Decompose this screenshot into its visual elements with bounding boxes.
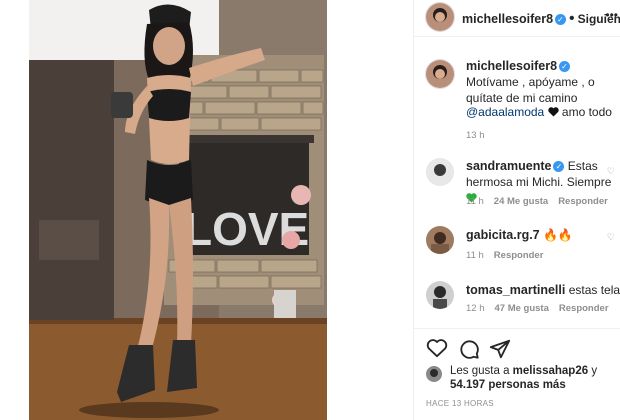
likes-prefix: Les gusta a bbox=[450, 365, 510, 377]
comment-time: 11 h bbox=[466, 250, 484, 261]
comment-item: gabicita.rg.7 🔥🔥 11 h Responder ♡ bbox=[414, 224, 620, 266]
comment-text: 🔥🔥 bbox=[542, 228, 573, 242]
more-options-icon[interactable]: ••• bbox=[605, 8, 618, 22]
commenter-avatar[interactable] bbox=[426, 158, 454, 186]
comment-time: 12 h bbox=[466, 303, 485, 314]
reply-button[interactable]: Responder bbox=[559, 303, 609, 314]
commenter-username[interactable]: tomas_martinelli bbox=[466, 283, 565, 297]
share-icon[interactable] bbox=[489, 338, 511, 360]
liker-avatar[interactable] bbox=[426, 366, 442, 382]
likes-count-link[interactable]: 54.197 personas más bbox=[450, 379, 566, 391]
author-avatar[interactable] bbox=[426, 3, 454, 31]
likes-summary: Les gusta a melissahap26 y 54.197 person… bbox=[414, 364, 620, 398]
comment-time: 11 h bbox=[466, 196, 484, 207]
post-sidebar: michellesoifer8✓•Siguiendo michellesoife… bbox=[413, 0, 620, 420]
like-comment-heart-icon[interactable]: ♡ bbox=[607, 232, 615, 243]
caption-avatar[interactable] bbox=[426, 60, 454, 88]
post-timestamp: HACE 13 HORAS bbox=[426, 399, 494, 408]
liker-username[interactable]: melissahap26 bbox=[513, 365, 588, 377]
post-actions bbox=[414, 336, 620, 362]
caption-suffix: amo todo bbox=[561, 105, 612, 119]
commenter-avatar[interactable] bbox=[426, 226, 454, 254]
reply-button[interactable]: Responder bbox=[558, 196, 608, 207]
caption-time: 13 h bbox=[466, 130, 485, 141]
likes-connector: y bbox=[591, 365, 598, 377]
verified-badge-icon: ✓ bbox=[555, 14, 567, 25]
verified-badge-icon: ✓ bbox=[559, 61, 571, 72]
caption-mention-link[interactable]: @adaalamoda bbox=[466, 105, 544, 119]
post-photo-image: LOVE bbox=[29, 0, 327, 420]
commenter-avatar[interactable] bbox=[426, 281, 454, 309]
separator-dot: • bbox=[569, 10, 575, 27]
commenter-username[interactable]: gabicita.rg.7 bbox=[466, 228, 540, 242]
comment-likes-link[interactable]: 47 Me gusta bbox=[495, 303, 549, 314]
post-photo[interactable]: LOVE bbox=[29, 0, 327, 420]
comment-icon[interactable] bbox=[458, 338, 480, 360]
comment-likes-link[interactable]: 24 Me gusta bbox=[494, 196, 548, 207]
post-caption: michellesoifer8 ✓ Motívame , apóyame , o … bbox=[414, 58, 620, 148]
reply-button[interactable]: Responder bbox=[494, 250, 544, 261]
post-header: michellesoifer8✓•Siguiendo bbox=[414, 0, 620, 34]
caption-text: Motívame , apóyame , o quítate de mi cam… bbox=[466, 75, 595, 105]
like-comment-heart-icon[interactable]: ♡ bbox=[607, 287, 615, 298]
black-heart-icon bbox=[547, 105, 559, 121]
verified-badge-icon: ✓ bbox=[553, 161, 565, 172]
heart-icon[interactable] bbox=[426, 338, 448, 358]
commenter-username[interactable]: sandramuente bbox=[466, 159, 551, 173]
comment-item: sandramuente ✓ Estas hermosa mi Michi. Si… bbox=[414, 156, 620, 212]
author-username[interactable]: michellesoifer8 bbox=[462, 12, 553, 26]
like-comment-heart-icon[interactable]: ♡ bbox=[607, 166, 615, 177]
header-divider bbox=[414, 36, 620, 37]
comment-item: tomas_martinelli estas telasa 12 h47 Me … bbox=[414, 279, 620, 321]
actions-divider bbox=[414, 328, 620, 329]
caption-username[interactable]: michellesoifer8 bbox=[466, 59, 557, 73]
